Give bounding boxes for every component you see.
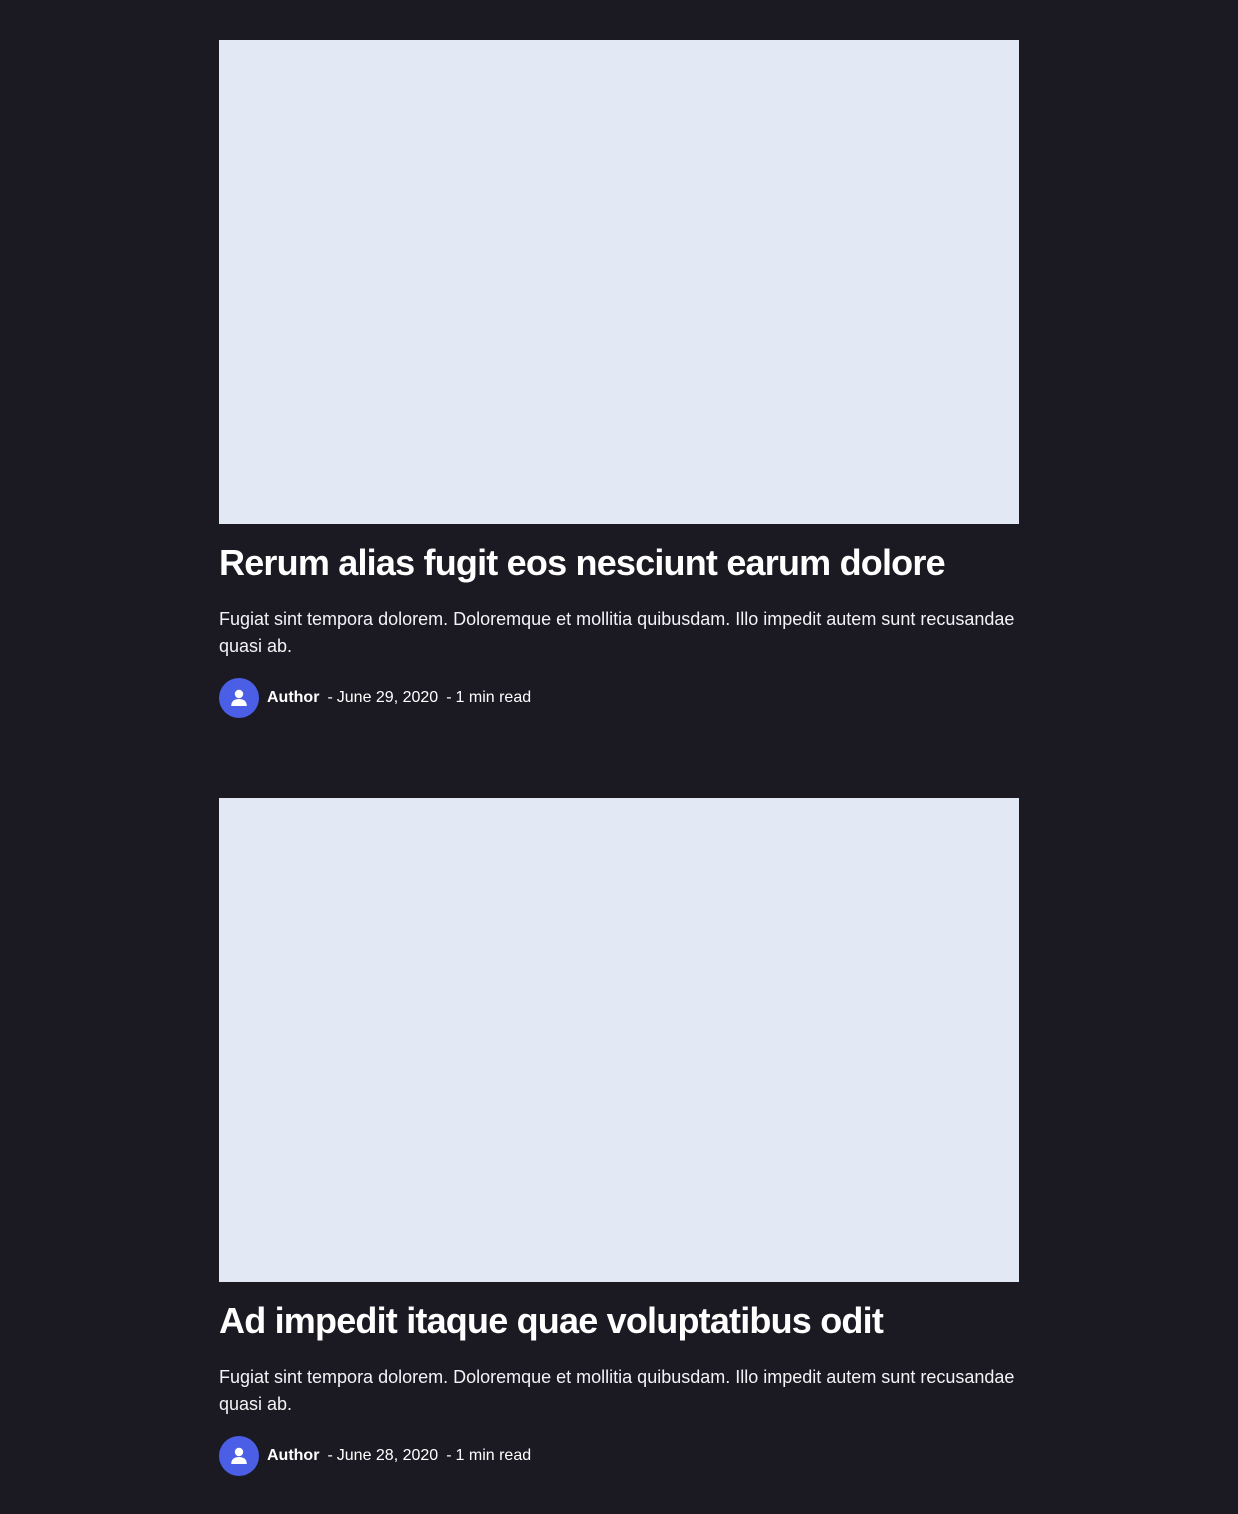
post-feed: Rerum alias fugit eos nesciunt earum dol… — [219, 0, 1019, 1476]
author-avatar[interactable] — [219, 678, 259, 718]
post-image[interactable] — [219, 798, 1019, 1282]
post-date: June 28, 2020 — [336, 1447, 439, 1464]
meta-separator: - — [327, 1447, 333, 1464]
post-meta: Author - June 28, 2020 - 1 min read — [219, 1436, 1019, 1476]
post-excerpt: Fugiat sint tempora dolorem. Doloremque … — [219, 1367, 1015, 1414]
post-card[interactable]: Ad impedit itaque quae voluptatibus odit… — [219, 798, 1019, 1476]
read-time: 1 min read — [455, 689, 532, 706]
post-excerpt: Fugiat sint tempora dolorem. Doloremque … — [219, 609, 1015, 656]
meta-separator: - — [327, 689, 333, 706]
post-title[interactable]: Ad impedit itaque quae voluptatibus odit — [219, 1282, 1019, 1342]
author-name[interactable]: Author — [267, 689, 319, 707]
author-name[interactable]: Author — [267, 1447, 319, 1465]
user-icon — [231, 689, 247, 706]
user-icon — [231, 1447, 247, 1464]
post-date: June 29, 2020 — [336, 689, 439, 706]
author-avatar[interactable] — [219, 1436, 259, 1476]
post-image[interactable] — [219, 40, 1019, 524]
meta-separator: - — [446, 689, 452, 706]
meta-separator: - — [446, 1447, 452, 1464]
post-card[interactable]: Rerum alias fugit eos nesciunt earum dol… — [219, 40, 1019, 718]
read-time: 1 min read — [455, 1447, 532, 1464]
post-meta: Author - June 29, 2020 - 1 min read — [219, 678, 1019, 718]
post-title[interactable]: Rerum alias fugit eos nesciunt earum dol… — [219, 524, 1019, 584]
